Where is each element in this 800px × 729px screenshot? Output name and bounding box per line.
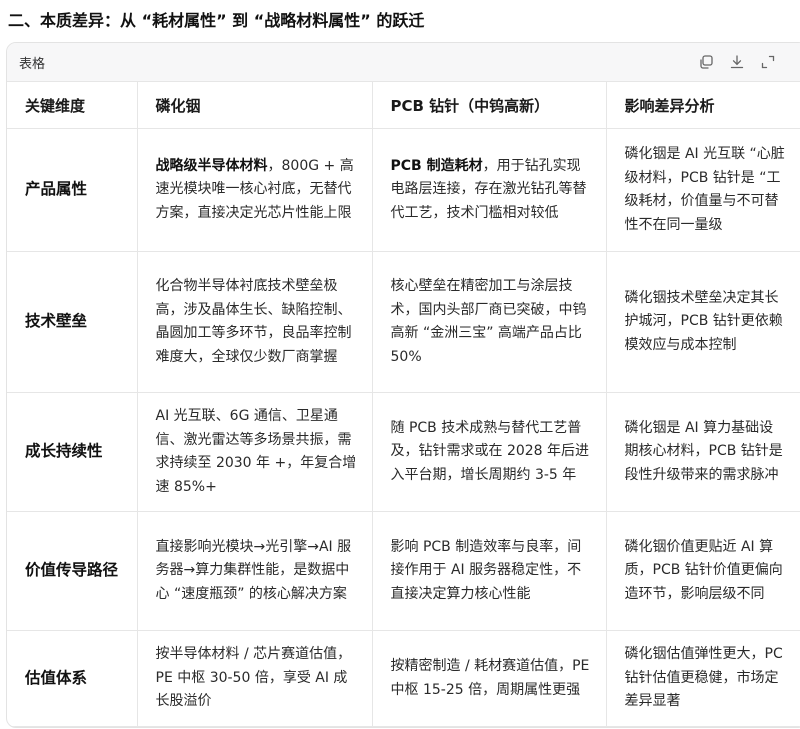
table-toolbar [697, 53, 776, 70]
table-row: 技术壁垒 化合物半导体衬底技术壁垒极高，涉及晶体生长、缺陷控制、晶圆加工等多环节… [7, 251, 800, 393]
diff-line: 护城河，PCB 钻针更依赖 [624, 313, 783, 330]
diff-line: 磷化铟价值更贴近 AI 算 [624, 538, 774, 555]
cell-inp: 直接影响光模块→光引擎→AI 服务器→算力集群性能，是数据中心 “速度瓶颈” 的… [137, 511, 373, 631]
pcb-text: 核心壁垒在精密加工与涂层技术，国内头部厂商已突破，中钨高新 “金洲三宝” 高端产… [390, 278, 587, 365]
diff-line: 造环节，影响层级不同 [624, 585, 765, 602]
diff-line: 期核心材料，PCB 钻针是 [624, 443, 783, 460]
diff-line: 级耗材，价值量与不可替 [624, 193, 779, 209]
diff-line: 磷化铟技术壁垒决定其长 [624, 289, 779, 306]
inp-text: AI 光互联、6G 通信、卫星通信、激光雷达等多场景共振，需求持续至 2030 … [155, 408, 357, 495]
cell-diff: 磷化铟是 AI 光互联 “心脏 级材料，PCB 钻针是 “工 级耗材，价值量与不可替… [606, 128, 800, 252]
diff-line: 钻针估值更稳健，市场定 [624, 669, 779, 686]
cell-pcb: PCB 制造耗材，用于钻孔实现电路层连接，存在激光钻孔等替代工艺，技术门槛相对较… [372, 128, 607, 252]
diff-line: 模效应与成本控制 [624, 336, 737, 353]
diff-line: 磷化铟是 AI 算力基础设 [624, 419, 774, 436]
table-header-row: 关键维度 磷化铟 PCB 钻针（中钨高新） 影响差异分析 [7, 82, 800, 129]
cell-inp: 按半导体材料 / 芯片赛道估值，PE 中枢 30-50 倍，享受 AI 成长股溢… [137, 630, 373, 727]
diff-line: 磷化铟估值弹性更大，PC [624, 646, 783, 663]
inp-emphasis: 战略级半导体材料 [155, 157, 268, 174]
table-row: 估值体系 按半导体材料 / 芯片赛道估值，PE 中枢 30-50 倍，享受 AI… [7, 630, 800, 727]
row-dimension: 估值体系 [7, 630, 138, 727]
inp-text: 直接影响光模块→光引擎→AI 服务器→算力集群性能，是数据中心 “速度瓶颈” 的… [155, 538, 352, 602]
diff-line: 段性升级带来的需求脉冲 [624, 466, 779, 483]
cell-diff: 磷化铟价值更贴近 AI 算质，PCB 钻针价值更偏向 造环节，影响层级不同 [606, 511, 800, 631]
diff-line: 磷化铟是 AI 光互联 “心脏 [624, 146, 785, 162]
pcb-text: 随 PCB 技术成熟与替代工艺普及，钻针需求或在 2028 年后进入平台期，增长… [390, 419, 590, 483]
row-dimension: 技术壁垒 [7, 251, 138, 393]
cell-pcb: 影响 PCB 制造效率与良率，间接作用于 AI 服务器稳定性，不直接决定算力核心… [372, 511, 607, 631]
inp-text: 按半导体材料 / 芯片赛道估值，PE 中枢 30-50 倍，享受 AI 成长股溢… [155, 646, 352, 710]
table-row: 价值传导路径 直接影响光模块→光引擎→AI 服务器→算力集群性能，是数据中心 “… [7, 511, 800, 631]
row-dimension: 价值传导路径 [7, 511, 138, 631]
row-dimension: 成长持续性 [7, 392, 138, 512]
header-inp: 磷化铟 [137, 82, 373, 129]
diff-line: 质，PCB 钻针价值更偏向 [624, 562, 783, 579]
comparison-table: 关键维度 磷化铟 PCB 钻针（中钨高新） 影响差异分析 产品属性 战略级半导体… [7, 82, 800, 727]
pcb-emphasis: PCB 制造耗材 [390, 157, 483, 174]
cell-inp: AI 光互联、6G 通信、卫星通信、激光雷达等多场景共振，需求持续至 2030 … [137, 392, 373, 512]
cell-diff: 磷化铟是 AI 算力基础设 期核心材料，PCB 钻针是 段性升级带来的需求脉冲 [606, 392, 800, 512]
table-row: 产品属性 战略级半导体材料，800G + 高速光模块唯一核心衬底，无替代方案，直… [7, 128, 800, 252]
table-card-header: 表格 [7, 43, 800, 82]
pcb-text: 影响 PCB 制造效率与良率，间接作用于 AI 服务器稳定性，不直接决定算力核心… [390, 538, 582, 602]
table-card-title: 表格 [19, 56, 46, 72]
cell-inp: 战略级半导体材料，800G + 高速光模块唯一核心衬底，无替代方案，直接决定光芯… [137, 128, 373, 252]
cell-diff: 磷化铟估值弹性更大，PC 钻针估值更稳健，市场定 差异显著 [606, 630, 800, 727]
pcb-text: 按精密制造 / 耗材赛道估值，PE 中枢 15-25 倍，周期属性更强 [390, 658, 590, 698]
cell-diff: 磷化铟技术壁垒决定其长 护城河，PCB 钻针更依赖 模效应与成本控制 [606, 251, 800, 393]
table-row: 成长持续性 AI 光互联、6G 通信、卫星通信、激光雷达等多场景共振，需求持续至… [7, 392, 800, 512]
row-dimension: 产品属性 [7, 128, 138, 252]
expand-icon[interactable] [759, 53, 776, 70]
cell-pcb: 核心壁垒在精密加工与涂层技术，国内头部厂商已突破，中钨高新 “金洲三宝” 高端产… [372, 251, 607, 393]
diff-line: 差异显著 [624, 693, 681, 710]
header-pcb: PCB 钻针（中钨高新） [372, 82, 607, 129]
header-dimension: 关键维度 [7, 82, 138, 129]
diff-line: 级材料，PCB 钻针是 “工 [624, 169, 781, 186]
section-heading: 二、本质差异：从 “耗材属性” 到 “战略材料属性” 的跃迁 [8, 11, 425, 30]
copy-icon[interactable] [697, 53, 714, 70]
cell-pcb: 按精密制造 / 耗材赛道估值，PE 中枢 15-25 倍，周期属性更强 [372, 630, 607, 727]
diff-line: 性不在同一量级 [624, 216, 723, 233]
header-diff: 影响差异分析 [606, 82, 800, 129]
table-card: 表格 关键维度 磷化铟 PCB 钻针（中钨高新） 影响差异分析 产品属性 战略级… [6, 42, 800, 728]
cell-inp: 化合物半导体衬底技术壁垒极高，涉及晶体生长、缺陷控制、晶圆加工等多环节，良品率控… [137, 251, 373, 393]
cell-pcb: 随 PCB 技术成熟与替代工艺普及，钻针需求或在 2028 年后进入平台期，增长… [372, 392, 607, 512]
download-icon[interactable] [728, 53, 745, 70]
inp-text: 化合物半导体衬底技术壁垒极高，涉及晶体生长、缺陷控制、晶圆加工等多环节，良品率控… [155, 278, 352, 365]
